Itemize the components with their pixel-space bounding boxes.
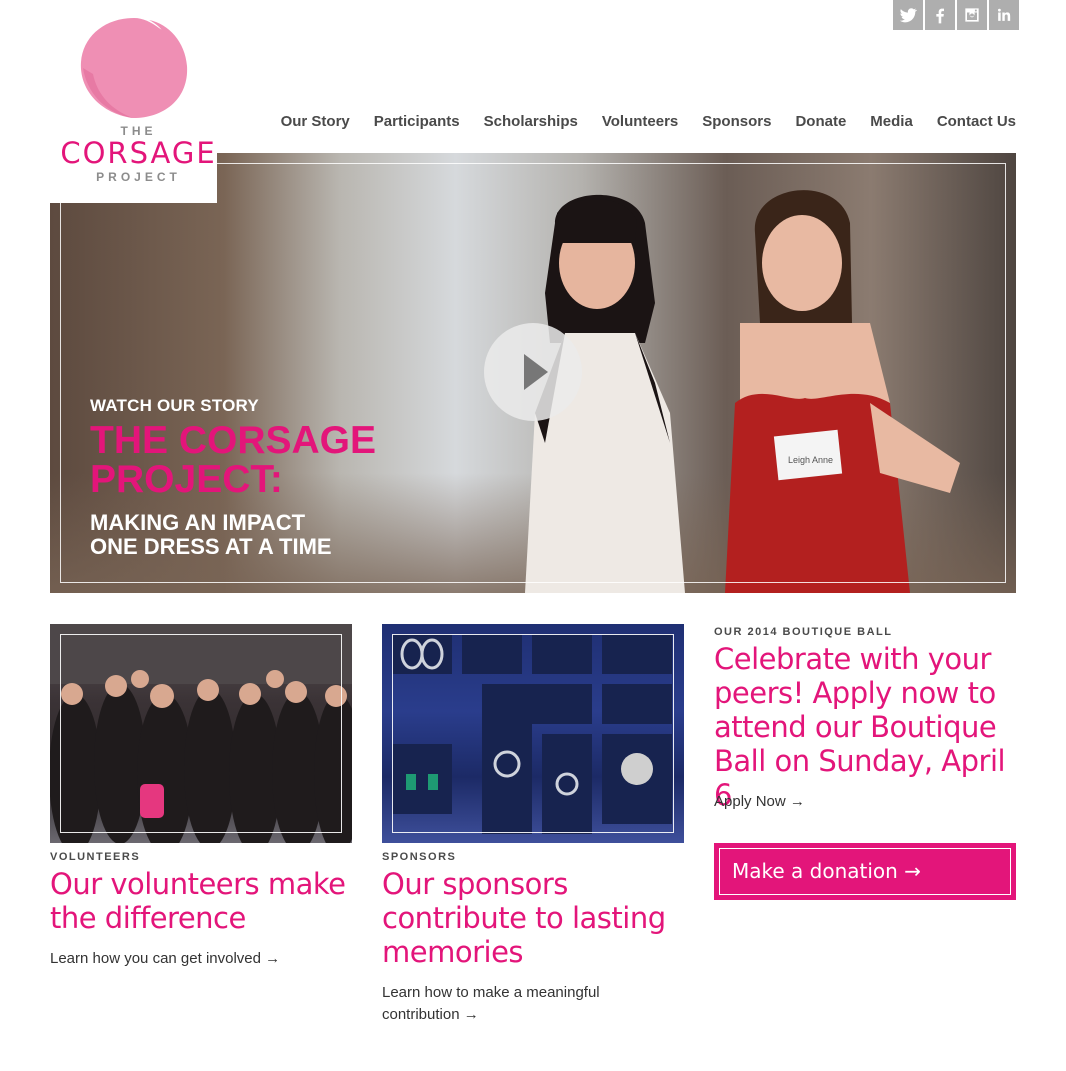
nav-contact-us[interactable]: Contact Us: [937, 113, 1016, 130]
nav-donate[interactable]: Donate: [795, 113, 846, 130]
hero-subtitle-line2: ONE DRESS AT A TIME: [90, 534, 332, 559]
nav-our-story[interactable]: Our Story: [281, 113, 350, 130]
hero-video-banner[interactable]: Leigh Anne WATCH OUR STORY THE CORSAGE P…: [50, 153, 1016, 593]
sponsors-headline[interactable]: Our sponsors contribute to lasting memor…: [382, 867, 682, 969]
sponsors-photo-frame: [392, 634, 674, 833]
social-links: [893, 0, 1019, 30]
hero-watch-label: WATCH OUR STORY: [90, 396, 259, 415]
volunteers-link[interactable]: Learn how you can get involved →: [50, 948, 350, 970]
make-donation-button[interactable]: Make a donation →: [714, 843, 1016, 900]
donate-button-label: Make a donation →: [732, 859, 921, 883]
nav-media[interactable]: Media: [870, 113, 913, 130]
hero-subtitle-line1: MAKING AN IMPACT: [90, 510, 306, 535]
sponsors-link[interactable]: Learn how to make a meaningful contribut…: [382, 982, 642, 1026]
nav-scholarships[interactable]: Scholarships: [484, 113, 578, 130]
volunteers-headline[interactable]: Our volunteers make the difference: [50, 867, 350, 935]
apply-now-link[interactable]: Apply Now →: [714, 791, 1014, 813]
linkedin-icon[interactable]: [989, 0, 1019, 30]
play-video-button[interactable]: [484, 323, 582, 421]
volunteers-photo-frame: [60, 634, 342, 833]
site-logo[interactable]: THE CORSAGE PROJECT: [50, 0, 217, 203]
logo-text-project: PROJECT: [96, 170, 181, 184]
volunteers-kicker: VOLUNTEERS: [50, 851, 141, 863]
nav-sponsors[interactable]: Sponsors: [702, 113, 771, 130]
nav-participants[interactable]: Participants: [374, 113, 460, 130]
main-nav: Our Story Participants Scholarships Volu…: [281, 113, 1016, 130]
facebook-icon[interactable]: [925, 0, 955, 30]
rose-logo-icon: [80, 18, 188, 118]
hero-subtitle: MAKING AN IMPACT ONE DRESS AT A TIME: [90, 511, 390, 559]
twitter-icon[interactable]: [893, 0, 923, 30]
hero-title: THE CORSAGE PROJECT:: [90, 419, 377, 501]
instagram-icon[interactable]: [957, 0, 987, 30]
ball-headline[interactable]: Celebrate with your peers! Apply now to …: [714, 642, 1016, 812]
sponsors-photo[interactable]: [382, 624, 684, 843]
sponsors-kicker: SPONSORS: [382, 851, 457, 863]
nav-volunteers[interactable]: Volunteers: [602, 113, 678, 130]
volunteers-photo[interactable]: [50, 624, 352, 843]
logo-text-corsage: CORSAGE: [60, 136, 217, 170]
ball-kicker: OUR 2014 BOUTIQUE BALL: [714, 626, 893, 638]
